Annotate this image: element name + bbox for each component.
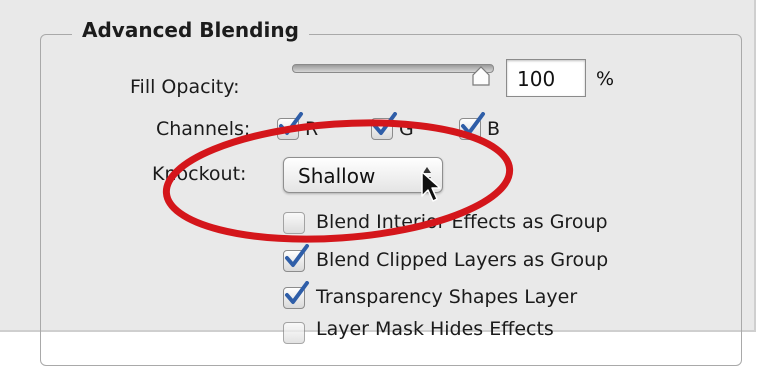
transparency-shapes-layer-label: Transparency Shapes Layer <box>316 286 578 308</box>
layer-mask-hides-effects-checkbox[interactable] <box>283 322 305 344</box>
checkmark-icon <box>285 244 309 267</box>
checkmark-icon <box>285 281 309 304</box>
blend-clipped-layers-label: Blend Clipped Layers as Group <box>316 249 609 271</box>
layer-mask-hides-effects-label: Layer Mask Hides Effects <box>316 318 554 340</box>
transparency-shapes-layer-checkbox[interactable] <box>283 281 309 309</box>
knockout-select[interactable]: Shallow <box>283 157 443 193</box>
channel-r-checkbox[interactable] <box>277 112 303 140</box>
channel-g-label: G <box>399 118 414 140</box>
channel-b-label: B <box>487 118 501 140</box>
channel-g-checkbox[interactable] <box>371 112 397 140</box>
checkmark-icon <box>279 112 303 135</box>
slider-thumb-icon[interactable] <box>472 66 490 86</box>
knockout-label: Knockout: <box>152 163 247 185</box>
blend-interior-effects-label: Blend Interior Effects as Group <box>316 211 608 233</box>
fill-opacity-input[interactable]: 100 <box>506 59 586 97</box>
checkmark-icon <box>461 112 485 135</box>
channel-r-label: R <box>305 118 319 140</box>
channel-b-checkbox[interactable] <box>459 112 485 140</box>
section-title: Advanced Blending <box>72 18 309 42</box>
checkmark-icon <box>373 112 397 135</box>
channels-label: Channels: <box>156 118 251 140</box>
percent-unit: % <box>596 68 615 90</box>
knockout-selected-value: Shallow <box>298 164 376 188</box>
fill-opacity-slider[interactable] <box>292 64 494 73</box>
mouse-pointer-icon <box>421 171 441 202</box>
blending-options-panel: Advanced Blending Fill Opacity: 100 % Ch… <box>0 0 756 366</box>
blend-interior-effects-checkbox[interactable] <box>283 212 305 234</box>
fill-opacity-label: Fill Opacity: <box>130 76 240 98</box>
blend-clipped-layers-checkbox[interactable] <box>283 244 309 272</box>
